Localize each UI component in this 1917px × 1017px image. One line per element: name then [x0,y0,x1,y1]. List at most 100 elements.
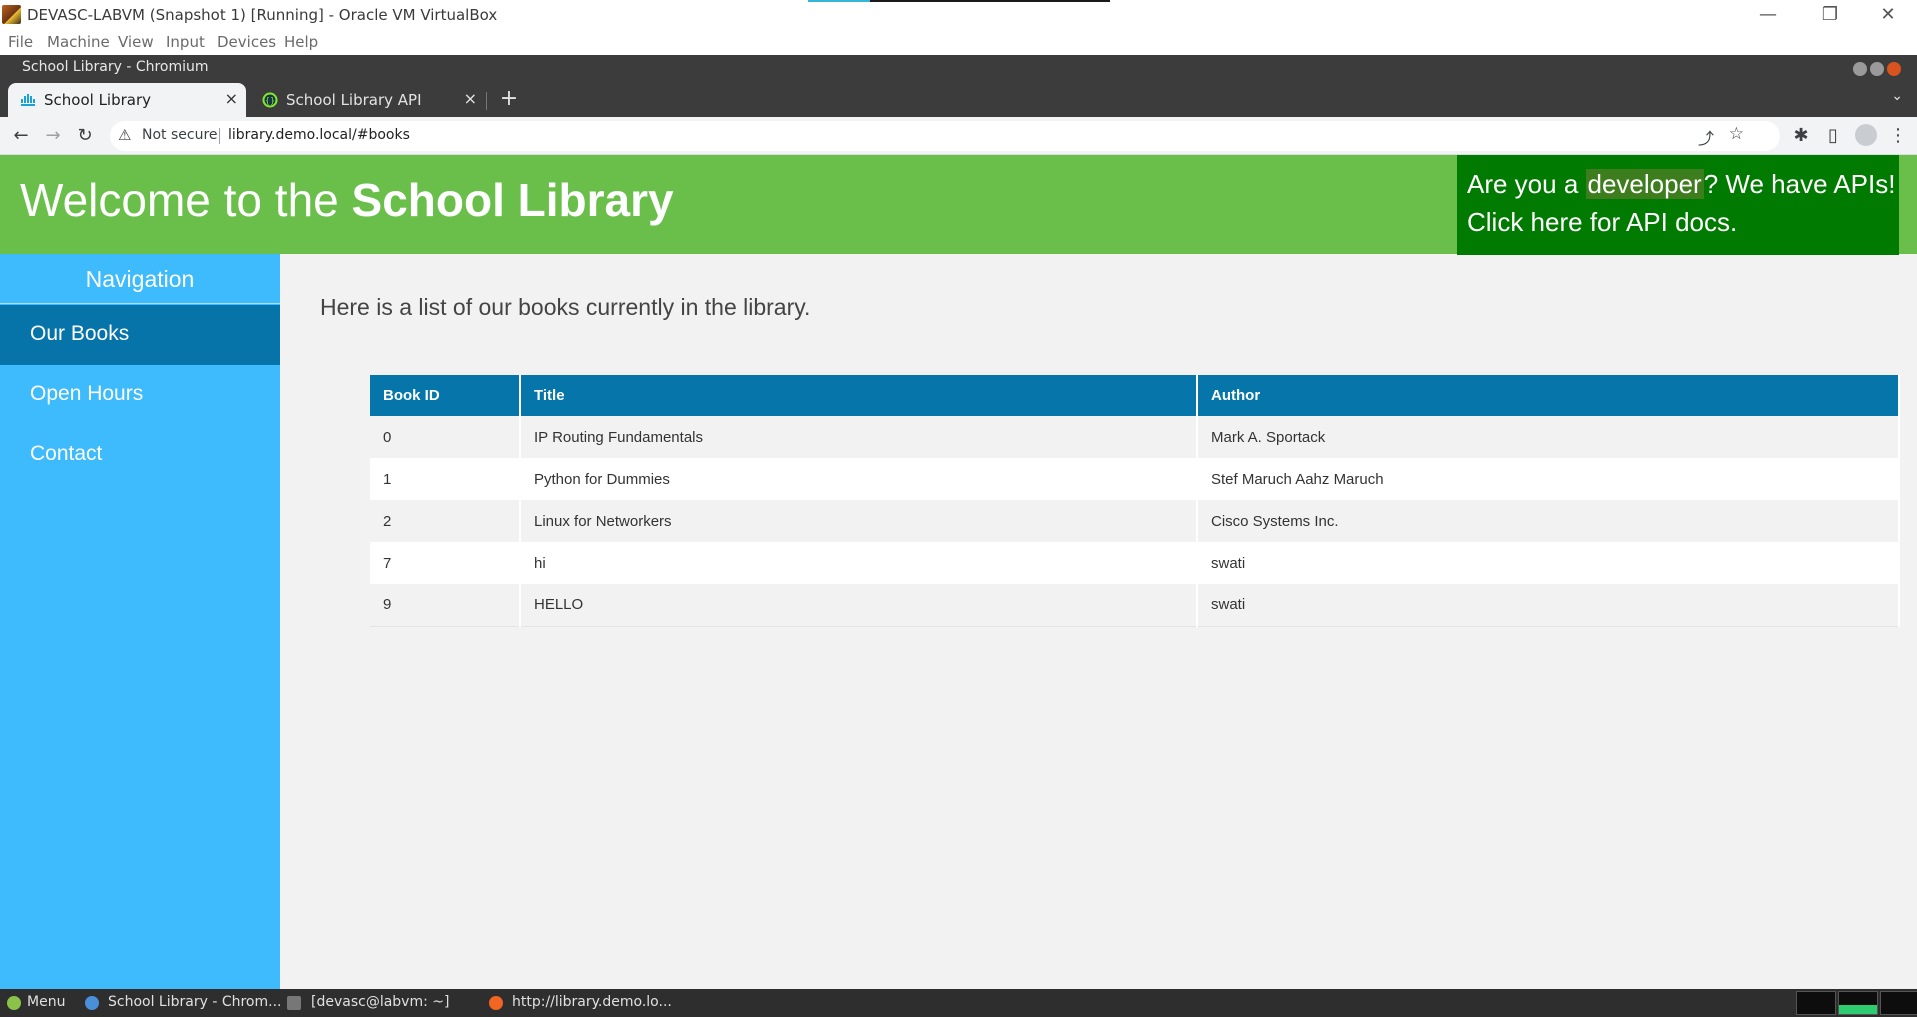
close-tab-icon[interactable]: × [464,89,477,108]
table-row: 9 HELLO swati [370,584,1900,627]
heading-prefix: Welcome to the [20,174,352,226]
memory-monitor-graph [1838,991,1878,1015]
table-row: 1 Python for Dummies Stef Maruch Aahz Ma… [370,458,1900,500]
api-promo-line-1: Are you a developer? We have APIs! [1467,169,1896,199]
navigation-sidebar: Navigation Our Books Open Hours Contact [0,254,280,989]
new-tab-button[interactable]: + [496,86,522,112]
menu-input[interactable]: Input [166,33,205,51]
developer-highlight: developer [1585,169,1704,199]
browser-titlebar: School Library - Chromium [0,55,1917,81]
table-row: 7 hi swati [370,542,1900,584]
browser-toolbar: ← → ↻ ⚠ Not secure library.demo.local/#b… [0,117,1917,155]
vm-activity-bar [808,0,1110,2]
book-id-cell: 9 [370,584,521,627]
taskbar-item-browser[interactable]: School Library - Chrom... [108,994,281,1010]
address-bar[interactable]: ⚠ Not secure library.demo.local/#books ⤴… [110,121,1780,151]
main-content: Here is a list of our books currently in… [280,254,1917,989]
api-docs-link[interactable]: Are you a developer? We have APIs! Click… [1457,155,1899,255]
url-text[interactable]: library.demo.local/#books [228,127,410,143]
bookmark-star-icon[interactable]: ☆ [1729,124,1744,144]
postman-icon [489,996,503,1010]
nav-item-contact[interactable]: Contact [0,425,280,485]
book-author-cell: Mark A. Sportack [1197,416,1900,458]
navigation-heading: Navigation [0,254,280,304]
book-title-cell: Python for Dummies [520,458,1198,500]
books-table: Book ID Title Author 0 IP Routing Fundam… [370,375,1900,627]
virtualbox-titlebar: DEVASC-LABVM (Snapshot 1) [Running] - Or… [0,0,1917,30]
tab-search-button[interactable]: ⌄ [1891,88,1903,104]
web-page: Welcome to the School Library Are you a … [0,155,1917,989]
taskbar-item-postman[interactable]: http://library.demo.lo... [512,994,672,1010]
browser-window-title: School Library - Chromium [22,59,209,75]
browser-maximize-button[interactable] [1870,62,1884,76]
cpu-monitor-graph [1796,991,1836,1015]
minimize-button[interactable]: — [1748,2,1788,28]
table-row: 2 Linux for Networkers Cisco Systems Inc… [370,500,1900,542]
book-title-cell: HELLO [520,584,1198,627]
menu-file[interactable]: File [8,33,33,51]
virtualbox-menubar: File Machine View Input Devices Help [0,30,1917,55]
restore-button[interactable]: ❐ [1810,2,1850,28]
tab-separator [486,92,487,110]
tab-label: School Library API [286,91,422,109]
column-header-author: Author [1197,375,1900,416]
book-author-cell: swati [1197,584,1900,627]
book-id-cell: 2 [370,500,521,542]
tab-school-library-api[interactable]: {} School Library API × [250,83,485,117]
taskbar-menu-button[interactable]: Menu [27,994,65,1010]
browser-minimize-button[interactable] [1853,62,1867,76]
svg-text:{}: {} [265,96,275,105]
book-id-cell: 1 [370,458,521,500]
browser-close-button[interactable] [1887,62,1901,76]
book-author-cell: swati [1197,542,1900,584]
heading-site-name: School Library [351,174,674,226]
cisco-favicon-icon [21,94,35,106]
profile-avatar-icon[interactable] [1855,124,1877,146]
security-status-label[interactable]: Not secure [142,127,218,143]
virtualbox-window-title: DEVASC-LABVM (Snapshot 1) [Running] - Or… [27,6,498,24]
host-taskbar: Menu School Library - Chrom... [devasc@l… [0,989,1917,1017]
column-header-book-id: Book ID [370,375,521,416]
network-monitor-graph [1880,991,1917,1015]
omnibox-divider [219,128,220,144]
side-panel-icon[interactable]: ▯ [1821,124,1845,148]
api-promo-line-2: Click here for API docs. [1467,207,1738,237]
close-window-button[interactable]: ✕ [1868,2,1908,28]
menu-help[interactable]: Help [284,33,318,51]
chromium-icon [85,996,99,1010]
swagger-favicon-icon: {} [262,92,278,108]
book-title-cell: hi [520,542,1198,584]
terminal-icon [287,996,301,1010]
browser-menu-icon[interactable]: ⋮ [1886,124,1910,148]
extensions-icon[interactable]: ✱ [1789,124,1813,148]
book-id-cell: 7 [370,542,521,584]
column-header-title: Title [520,375,1198,416]
reload-button[interactable]: ↻ [73,124,97,148]
back-button[interactable]: ← [9,124,33,148]
table-header-row: Book ID Title Author [370,375,1900,416]
book-title-cell: Linux for Networkers [520,500,1198,542]
not-secure-warning-icon[interactable]: ⚠ [118,126,131,144]
close-tab-icon[interactable]: × [225,89,238,108]
forward-button[interactable]: → [41,124,65,148]
book-author-cell: Stef Maruch Aahz Maruch [1197,458,1900,500]
book-title-cell: IP Routing Fundamentals [520,416,1198,458]
tab-school-library[interactable]: School Library × [8,83,246,117]
menu-machine[interactable]: Machine [47,33,110,51]
menu-view[interactable]: View [118,33,154,51]
tab-label: School Library [44,91,152,109]
tab-strip: School Library × {} School Library API × [0,81,1917,117]
virtualbox-app-icon [2,5,21,24]
book-author-cell: Cisco Systems Inc. [1197,500,1900,542]
table-row: 0 IP Routing Fundamentals Mark A. Sporta… [370,416,1900,458]
books-intro-text: Here is a list of our books currently in… [320,294,811,320]
share-icon[interactable]: ⤴ [1698,125,1714,149]
book-id-cell: 0 [370,416,521,458]
browser-window-controls [1850,61,1901,80]
mint-menu-icon[interactable] [7,996,21,1010]
taskbar-item-terminal[interactable]: [devasc@labvm: ~] [311,994,449,1010]
site-heading: Welcome to the School Library [20,173,674,227]
nav-item-our-books[interactable]: Our Books [0,305,280,365]
menu-devices[interactable]: Devices [217,33,276,51]
nav-item-open-hours[interactable]: Open Hours [0,365,280,425]
